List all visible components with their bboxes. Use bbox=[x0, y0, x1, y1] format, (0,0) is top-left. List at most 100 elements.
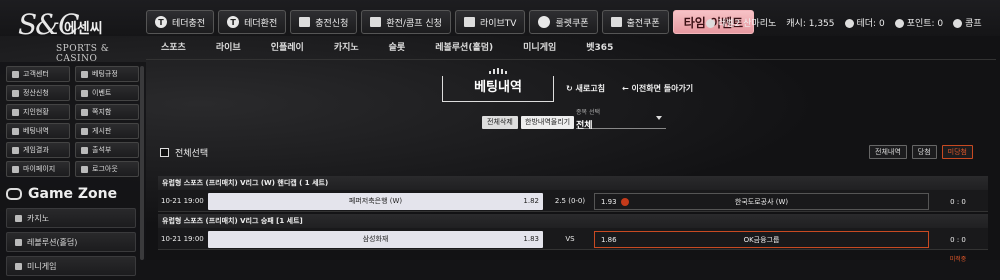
sidebar-item-logout[interactable]: 로그아웃 bbox=[75, 161, 139, 177]
sidebar-item-event[interactable]: 이벤트 bbox=[75, 85, 139, 101]
back-label: 이전화면 돌아가기 bbox=[631, 84, 694, 93]
game-item-revolution[interactable]: 레볼루션(홀덤) bbox=[6, 232, 136, 252]
bet-row: 10-21 19:00 페퍼저축은행 (W) 1.82 2.5 (0-0) 1.9… bbox=[158, 190, 988, 225]
upload-history-button[interactable]: 한방내역올리기 bbox=[521, 116, 575, 129]
sidebar-scrollbar[interactable] bbox=[140, 66, 144, 260]
sidebar-item-settlement[interactable]: 정산신청 bbox=[6, 85, 70, 101]
roulette-coupon-button[interactable]: 룰렛쿠폰 bbox=[529, 10, 598, 34]
game-item-label: 미니게임 bbox=[27, 261, 57, 271]
comp-icon bbox=[953, 19, 963, 28]
bet-header: 유럽형 스포츠 (프리매치) V리그 (W) 핸디캡 ( 1 세트) bbox=[158, 176, 988, 190]
subnav-casino[interactable]: 카지노 bbox=[319, 40, 374, 56]
sidebar-item-support[interactable]: 고객센터 bbox=[6, 66, 70, 82]
bet-home-pick[interactable]: 페퍼저축은행 (W) 1.82 bbox=[208, 193, 543, 210]
bet-home-pick[interactable]: 삼성화재 1.83 bbox=[208, 231, 543, 248]
subnav-inplay[interactable]: 인플레이 bbox=[256, 40, 319, 56]
withdraw-request-button[interactable]: 환전/콤프 신청 bbox=[361, 10, 451, 34]
board-icon bbox=[81, 127, 88, 135]
sidebar-item-referral[interactable]: 지인현황 bbox=[6, 104, 70, 120]
sidebar-item-messages[interactable]: 쪽지함 bbox=[75, 104, 139, 120]
bet-header: 유럽형 스포츠 (프리매치) V리그 승패 [1 세트] bbox=[158, 214, 988, 228]
subnav-minigame[interactable]: 미니게임 bbox=[508, 40, 571, 56]
filter-all-button[interactable]: 전체내역 bbox=[869, 145, 907, 159]
logo-name-en: SPORTS & CASINO bbox=[56, 44, 110, 64]
sport-select[interactable]: 종목 선택 전체 bbox=[576, 107, 666, 131]
building-icon bbox=[299, 17, 311, 27]
user-comp-text: 콤프 bbox=[965, 19, 982, 29]
logo-name-ko: 에센씨 bbox=[64, 21, 103, 37]
sidebar-item-label: 지인현황 bbox=[23, 108, 49, 116]
select-all-checkbox[interactable] bbox=[160, 148, 169, 157]
settlement-icon bbox=[12, 89, 19, 97]
sidebar-item-bet-history[interactable]: 베팅내역 bbox=[6, 123, 70, 139]
bet-row: 10-21 19:00 삼성화재 1.83 VS 1.86 OK금융그룹 0 : 0… bbox=[158, 228, 988, 263]
game-item-label: 카지노 bbox=[27, 213, 50, 223]
sidebar: 고객센터 베팅규정 정산신청 이벤트 지인현황 쪽지함 베팅내역 게시판 게임결… bbox=[0, 62, 146, 276]
bet-handicap: 2.5 (0-0) bbox=[554, 197, 586, 205]
sidebar-item-mypage[interactable]: 마이페이지 bbox=[6, 161, 70, 177]
sidebar-item-attendance[interactable]: 출석부 bbox=[75, 142, 139, 158]
delete-all-button[interactable]: 전체삭제 bbox=[482, 116, 518, 129]
tether-withdraw-button[interactable]: T 테더환전 bbox=[218, 10, 287, 34]
bet-vs: VS bbox=[565, 235, 575, 243]
sidebar-item-board[interactable]: 게시판 bbox=[75, 123, 139, 139]
roulette-icon bbox=[538, 16, 551, 28]
referral-icon bbox=[12, 108, 19, 116]
sidebar-item-label: 고객센터 bbox=[23, 70, 49, 78]
sport-select-label: 종목 선택 bbox=[576, 109, 600, 116]
bet-card: 유럽형 스포츠 (프리매치) V리그 승패 [1 세트] 10-21 19:00… bbox=[158, 214, 988, 263]
level-icon bbox=[706, 19, 715, 28]
away-team: OK금융그룹 bbox=[743, 236, 780, 244]
ticket-icon bbox=[610, 17, 622, 27]
back-button[interactable]: ← 이전화면 돌아가기 bbox=[622, 83, 693, 94]
sidebar-item-label: 베팅내역 bbox=[23, 127, 49, 135]
site-logo[interactable]: S&C 에센씨 SPORTS & CASINO bbox=[8, 4, 144, 66]
sidebar-item-label: 로그아웃 bbox=[92, 165, 118, 173]
sub-nav: 스포츠 라이브 인플레이 카지노 슬롯 레볼루션(홀덤) 미니게임 벳365 bbox=[146, 40, 996, 56]
sidebar-item-label: 이벤트 bbox=[92, 89, 112, 97]
user-comp[interactable]: 콤프 bbox=[953, 16, 982, 29]
subnav-slot[interactable]: 슬롯 bbox=[374, 40, 421, 56]
user-info: 레벨2 산마리노 캐시: 1,355 테더: 0 포인트: 0 콤프 bbox=[706, 16, 982, 29]
user-tether-text: 테더: 0 bbox=[856, 19, 885, 29]
arrow-left-icon: ← bbox=[622, 84, 632, 93]
sidebar-menu: 고객센터 베팅규정 정산신청 이벤트 지인현황 쪽지함 베팅내역 게시판 게임결… bbox=[6, 66, 139, 177]
sidebar-item-label: 정산신청 bbox=[23, 89, 49, 97]
chevron-down-icon bbox=[656, 116, 662, 120]
cards-icon bbox=[15, 238, 22, 246]
sidebar-item-label: 마이페이지 bbox=[23, 165, 56, 173]
attendance-coupon-button[interactable]: 출전쿠폰 bbox=[601, 10, 669, 34]
user-level[interactable]: 레벨2 산마리노 bbox=[706, 16, 776, 29]
game-item-casino[interactable]: 카지노 bbox=[6, 208, 136, 228]
tether-deposit-button[interactable]: T 테더충전 bbox=[146, 10, 215, 34]
sidebar-item-label: 쪽지함 bbox=[92, 108, 112, 116]
game-list: 카지노 레볼루션(홀덤) 미니게임 bbox=[6, 208, 136, 280]
filter-lose-button[interactable]: 미당첨 bbox=[941, 145, 973, 159]
subnav-bet365[interactable]: 벳365 bbox=[571, 40, 628, 56]
live-tv-button[interactable]: 라이브TV bbox=[454, 10, 526, 34]
bet-away-pick[interactable]: 1.93 한국도로공사 (W) bbox=[594, 193, 929, 210]
deposit-request-button[interactable]: 충전신청 bbox=[290, 10, 358, 34]
calendar-icon bbox=[81, 146, 88, 154]
sidebar-item-rules[interactable]: 베팅규정 bbox=[75, 66, 139, 82]
subnav-sports[interactable]: 스포츠 bbox=[146, 40, 201, 56]
tether-icon bbox=[844, 19, 854, 28]
history-icon bbox=[12, 127, 19, 135]
rules-icon bbox=[81, 70, 88, 78]
subnav-live[interactable]: 라이브 bbox=[201, 40, 256, 56]
bet-score: 0 : 0적중 bbox=[930, 193, 986, 225]
select-all[interactable]: 전체선택 bbox=[160, 146, 208, 159]
bet-away-pick[interactable]: 1.86 OK금융그룹 bbox=[594, 231, 929, 248]
page-title: 베팅내역 bbox=[442, 76, 554, 102]
score-value: 0 : 0 bbox=[950, 236, 966, 244]
top-nav: T 테더충전 T 테더환전 충전신청 환전/콤프 신청 라이브TV 룰렛쿠폰 출전쿠… bbox=[146, 10, 755, 34]
refresh-icon: ↻ bbox=[566, 84, 576, 93]
sidebar-item-results[interactable]: 게임결과 bbox=[6, 142, 70, 158]
game-item-minigame[interactable]: 미니게임 bbox=[6, 256, 136, 276]
select-all-label: 전체선택 bbox=[175, 149, 209, 159]
subnav-revolution[interactable]: 레볼루션(홀덤) bbox=[420, 40, 508, 56]
gamezone-heading: Game Zone bbox=[6, 186, 117, 202]
refresh-button[interactable]: ↻ 새로고침 bbox=[566, 83, 605, 94]
user-tether: 테더: 0 bbox=[844, 16, 885, 29]
filter-win-button[interactable]: 당첨 bbox=[911, 145, 937, 159]
